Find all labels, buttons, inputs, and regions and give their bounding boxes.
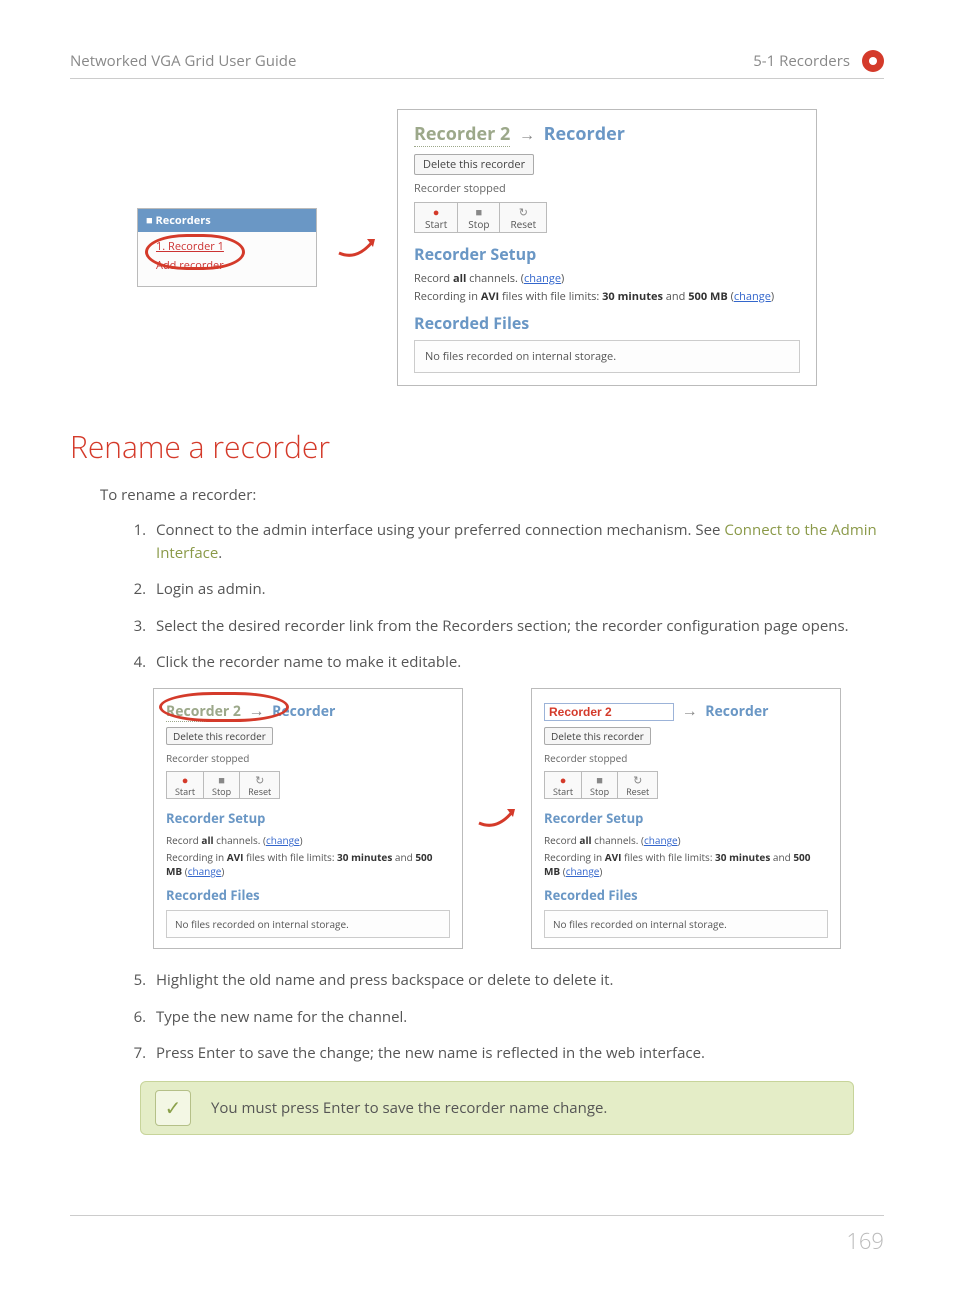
arrow-icon: → [519,123,535,145]
breadcrumb: Recorder 2 → Recorder [414,122,800,146]
annotation-arrow-icon [337,233,377,263]
setup-channels-line: Record all channels. (change) [414,271,800,286]
header-right-text: 5-1 Recorders [753,51,850,71]
stop-button[interactable]: ■Stop [204,771,240,800]
page-footer: 169 [70,1215,884,1256]
recorded-files-title: Recorded Files [414,312,800,334]
top-figure: ■ Recorders 1. Recorder 1 Add recorder R… [70,109,884,386]
page-number: 169 [846,1226,884,1256]
recorder-panel-screenshot: Recorder 2 → Recorder Delete this record… [397,109,817,386]
annotation-arrow-icon [477,803,517,833]
recorded-files-box: No files recorded on internal storage. [414,340,800,373]
breadcrumb-editing: → Recorder [544,699,828,721]
start-button[interactable]: ●Start [544,771,582,800]
start-button[interactable]: ●Start [166,771,204,800]
reset-button[interactable]: ↻Reset [240,771,280,800]
breadcrumb-current: Recorder [544,122,625,146]
breadcrumb-link[interactable]: Recorder 2 [414,122,510,147]
delete-recorder-button[interactable]: Delete this recorder [414,154,534,175]
sidebar-add-recorder[interactable]: Add recorder [156,257,304,276]
recorder-status: Recorder stopped [414,181,800,196]
header-left: Networked VGA Grid User Guide [70,51,296,71]
step-6: Type the new name for the channel. [150,1006,884,1029]
delete-button[interactable]: Delete this recorder [544,727,651,745]
sidebar-screenshot: ■ Recorders 1. Recorder 1 Add recorder [137,208,317,286]
stop-button[interactable]: ■Stop [458,202,500,233]
step-1: Connect to the admin interface using you… [150,519,884,564]
steps-list-continued: Highlight the old name and press backspa… [150,969,884,1065]
page-header: Networked VGA Grid User Guide 5-1 Record… [70,50,884,79]
step-2: Login as admin. [150,578,884,601]
step4-figure: Recorder 2 → Recorder Delete this record… [110,688,884,950]
delete-button[interactable]: Delete this recorder [166,727,273,745]
change-channels-link[interactable]: change [524,271,561,286]
recorder-panel-after: → Recorder Delete this recorder Recorder… [531,688,841,950]
reset-button[interactable]: ↻Reset [500,202,547,233]
control-buttons: ●Start ■Stop ↻Reset [414,202,800,233]
intro-text: To rename a recorder: [100,485,884,505]
reset-button[interactable]: ↻Reset [618,771,658,800]
change-format-link[interactable]: change [734,289,771,304]
recorder-panel-before: Recorder 2 → Recorder Delete this record… [153,688,463,950]
start-button[interactable]: ●Start [414,202,458,233]
note-box: ✓ You must press Enter to save the recor… [140,1081,854,1135]
section-heading: Rename a recorder [70,426,884,467]
note-icon: ✓ [155,1090,191,1126]
step-4: Click the recorder name to make it edita… [150,651,884,674]
stop-button[interactable]: ■Stop [582,771,618,800]
breadcrumb-before: Recorder 2 → Recorder [166,699,450,721]
setup-format-line: Recording in AVI files with file limits:… [414,289,800,304]
note-text: You must press Enter to save the recorde… [211,1098,607,1118]
arrow-icon: → [682,699,698,721]
sidebar-item-recorder1[interactable]: 1. Recorder 1 [156,238,304,257]
recorder-setup-title: Recorder Setup [414,243,800,265]
step-3: Select the desired recorder link from th… [150,615,884,638]
step-5: Highlight the old name and press backspa… [150,969,884,992]
step-7: Press Enter to save the change; the new … [150,1042,884,1065]
recorder-name-input[interactable] [544,703,674,721]
header-right: 5-1 Recorders [753,50,884,72]
steps-list: Connect to the admin interface using you… [150,519,884,674]
brand-icon [862,50,884,72]
sidebar-header: ■ Recorders [138,209,316,232]
arrow-icon: → [249,699,265,721]
